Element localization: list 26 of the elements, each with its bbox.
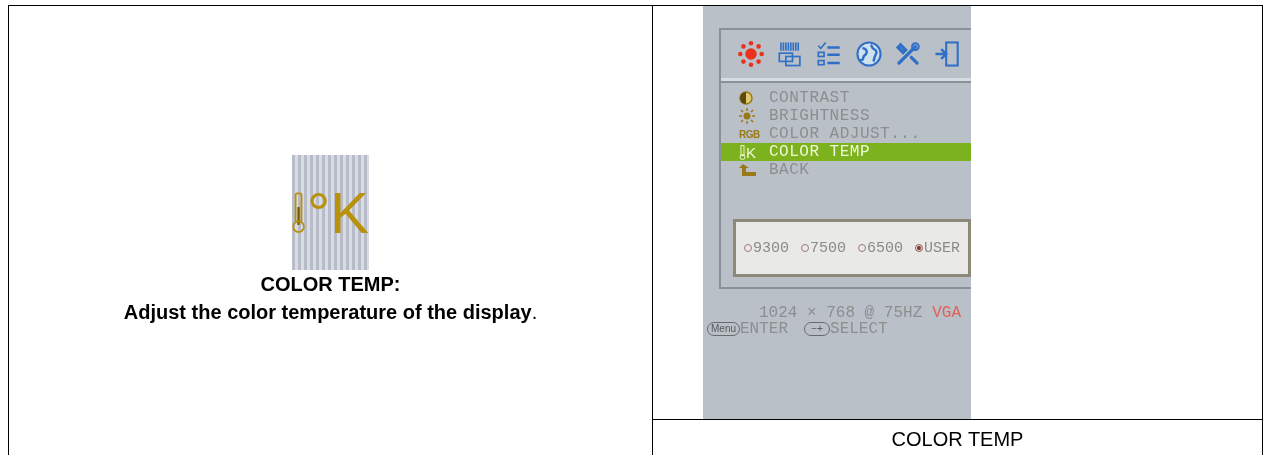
option-label: 9300: [752, 239, 789, 257]
resolution-text: 1024 × 768 @ 75HZ: [759, 305, 923, 321]
tools-icon[interactable]: [893, 40, 922, 68]
menu-item[interactable]: COLOR ADJUST...: [769, 125, 921, 143]
globe-icon[interactable]: [854, 40, 883, 68]
option-label: USER: [924, 239, 961, 257]
sun-icon[interactable]: [737, 40, 765, 68]
option-label: 6500: [867, 239, 903, 257]
exit-icon[interactable]: [932, 40, 961, 68]
radio-button[interactable]: [915, 244, 923, 252]
rgb-icon: RGB: [739, 128, 760, 140]
hint-label: ENTER: [740, 321, 789, 337]
sun-icon: [739, 108, 755, 124]
hint-label: SELECT: [830, 321, 888, 337]
contrast-icon: [739, 91, 753, 105]
menu-item[interactable]: COLOR TEMP: [769, 143, 870, 161]
caption: COLOR TEMP: [890, 427, 1025, 451]
color-temperature-icon: °K: [292, 155, 369, 270]
menu-item[interactable]: BRIGHTNESS: [769, 107, 870, 125]
back-arrow-icon: [739, 163, 757, 177]
input-label: VGA: [932, 305, 961, 321]
menu-item[interactable]: BACK: [769, 161, 810, 179]
heading: COLOR TEMP:: [260, 272, 401, 297]
description-text: Adjust the color temperature of the display.: [122, 300, 539, 325]
option-label: 7500: [810, 239, 846, 257]
menu-item[interactable]: CONTRAST: [769, 89, 850, 107]
